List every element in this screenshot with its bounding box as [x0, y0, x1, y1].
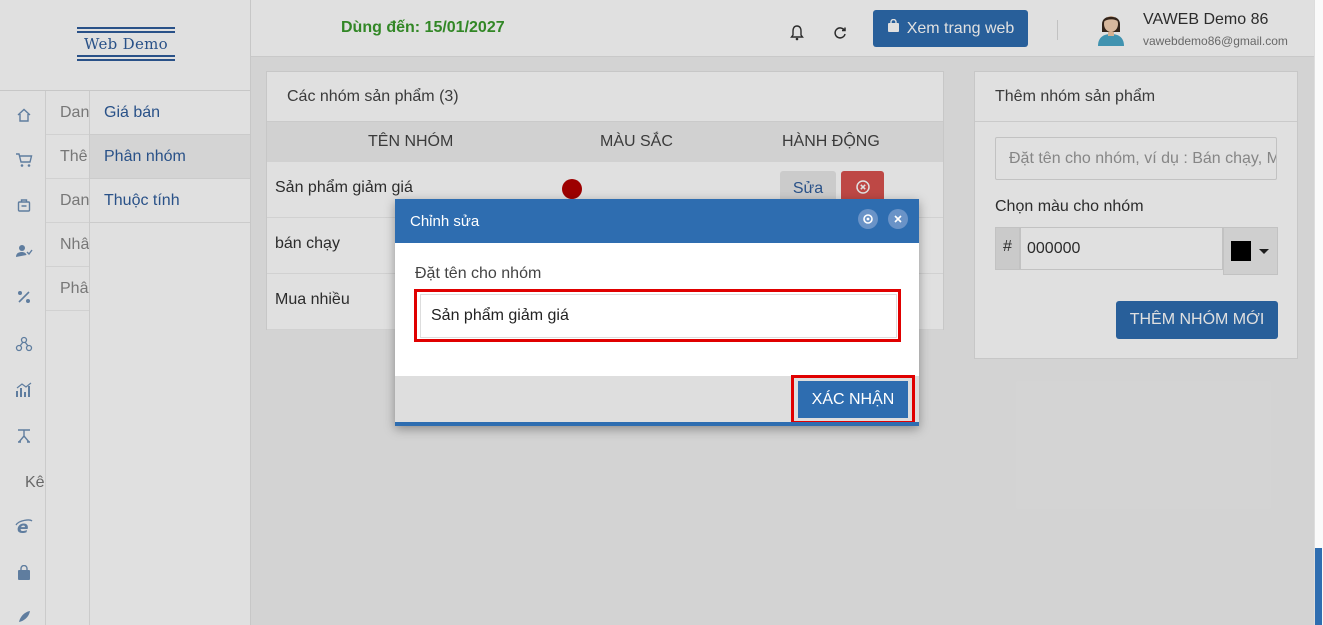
modal-header: Chỉnh sửa: [395, 199, 919, 243]
scrollbar[interactable]: [1314, 0, 1323, 625]
scrollbar-thumb[interactable]: [1315, 548, 1322, 625]
modal-title: Chỉnh sửa: [410, 213, 480, 230]
edit-modal: Chỉnh sửa Đặt tên cho nhóm Sản phẩm giảm…: [395, 199, 919, 426]
confirm-button[interactable]: XÁC NHẬN: [798, 381, 908, 418]
close-icon[interactable]: [888, 209, 908, 229]
highlight-box-confirm: XÁC NHẬN: [791, 375, 915, 424]
settings-icon[interactable]: [858, 209, 878, 229]
group-name-edit-input[interactable]: Sản phẩm giảm giá: [420, 294, 897, 338]
modal-bottom-border: [395, 422, 919, 426]
modal-field-label: Đặt tên cho nhóm: [415, 265, 542, 282]
highlight-box-input: Sản phẩm giảm giá: [414, 289, 901, 342]
